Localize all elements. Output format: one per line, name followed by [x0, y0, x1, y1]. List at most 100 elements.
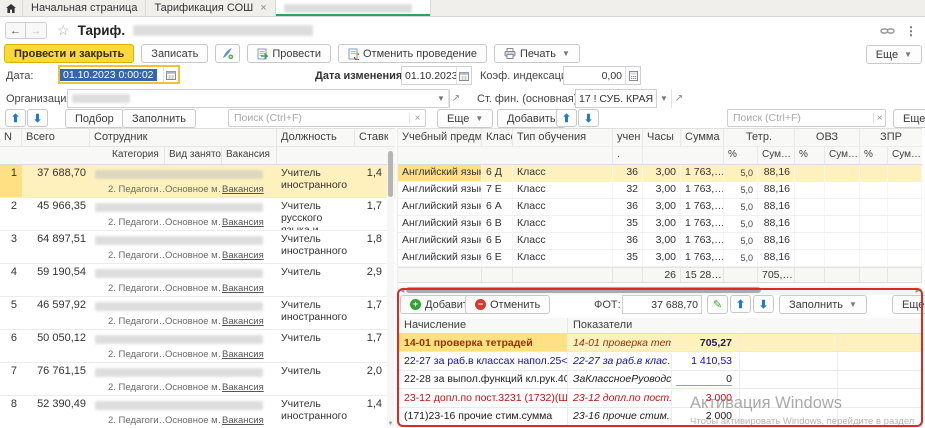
vacancy-link[interactable]: Вакансия	[222, 382, 274, 393]
col-header-employment[interactable]: Вид занятости	[165, 147, 222, 164]
index-coef-input[interactable]: 0,00	[563, 66, 641, 85]
subject-row[interactable]: Английский язык 6 Б Класс 36 3,00 1 763,…	[398, 233, 922, 250]
col-header-students[interactable]: учен	[613, 129, 643, 146]
move-down-button[interactable]: ⬇	[578, 109, 599, 127]
home-tab[interactable]	[0, 0, 23, 16]
calculator-icon[interactable]	[625, 67, 640, 84]
undo-post-button[interactable]: Отменить проведение	[338, 44, 487, 63]
scroll-left-icon[interactable]: ◀	[399, 286, 404, 294]
accrual-row[interactable]: 22-28 за выпол.функций кл.рук.4000 ЗаКла…	[398, 371, 922, 389]
scrollbar-thumb[interactable]	[406, 287, 761, 293]
move-down-button[interactable]: ⬇	[27, 109, 48, 127]
tab-active-redacted[interactable]	[276, 0, 431, 16]
col-header-accrual[interactable]: Начисление	[398, 318, 568, 333]
search-input[interactable]	[229, 112, 409, 124]
col-header-n[interactable]: N	[0, 129, 22, 146]
dropdown-icon[interactable]: ▼	[435, 89, 447, 108]
back-button[interactable]: ←	[5, 22, 26, 39]
employee-row[interactable]: 6 50 050,12 2. Педагоги… Основное м… Вак…	[0, 330, 395, 363]
edit-button[interactable]: ✎	[707, 295, 728, 314]
move-up-button[interactable]: ⬆	[730, 295, 751, 313]
col-header-vacancy[interactable]: Вакансия	[222, 147, 277, 164]
col-header-ovz-pct[interactable]: %	[795, 147, 825, 164]
col-header-ovz-sum[interactable]: Сум…	[825, 147, 860, 164]
quill-icon-button[interactable]	[215, 44, 240, 63]
print-button[interactable]: Печать▼	[494, 44, 580, 63]
scroll-right-icon[interactable]: ▶	[916, 286, 921, 294]
subject-row[interactable]: Английский язык 6 Е Класс 35 3,00 1 763,…	[398, 250, 922, 267]
scrollbar-thumb[interactable]	[388, 151, 393, 197]
col-header-total[interactable]: Всего	[22, 129, 90, 146]
date-input[interactable]: 01.10.2023 0:00:02	[58, 65, 180, 84]
clear-search-icon[interactable]: ×	[873, 113, 885, 124]
pick-button[interactable]: Подбор	[65, 109, 124, 128]
col-header-hours[interactable]: Часы	[643, 129, 681, 146]
employees-search[interactable]: ×	[228, 109, 426, 127]
vacancy-link[interactable]: Вакансия	[222, 283, 274, 294]
forward-button[interactable]: →	[26, 22, 47, 39]
employee-row[interactable]: 1 37 688,70 2. Педагоги… Основное м… Вак…	[0, 165, 395, 198]
col-header-subject[interactable]: Учебный предмет	[398, 129, 482, 146]
col-header-rate[interactable]: Ставк	[355, 129, 388, 146]
col-header-zpr-sum[interactable]: Сум…	[888, 147, 922, 164]
vacancy-link[interactable]: Вакансия	[222, 415, 274, 426]
employee-row[interactable]: 4 59 190,54 2. Педагоги… Основное м… Вак…	[0, 264, 395, 297]
clear-search-icon[interactable]: ×	[409, 113, 425, 124]
move-up-button[interactable]: ⬆	[5, 109, 26, 127]
change-date-input[interactable]: 01.10.2023	[401, 66, 472, 85]
col-header-category[interactable]: Категория	[108, 147, 165, 164]
post-and-close-button[interactable]: Провести и закрыть	[4, 44, 134, 63]
calendar-icon[interactable]	[163, 67, 178, 82]
employee-row[interactable]: 2 45 966,35 2. Педагоги… Основное м… Вак…	[0, 198, 395, 231]
calendar-icon[interactable]	[456, 67, 471, 84]
accrual-row[interactable]: 22-27 за раб.в классах напол.25< 22-27 з…	[398, 352, 922, 370]
organization-input[interactable]	[67, 89, 450, 108]
col-group-tetr[interactable]: Тетр.	[724, 129, 795, 146]
vacancy-link[interactable]: Вакансия	[222, 184, 274, 195]
col-header-employee[interactable]: Сотрудник	[90, 129, 277, 146]
open-link-icon[interactable]: ↗	[671, 89, 686, 108]
subject-row[interactable]: Английский язык 7 Е Класс 32 3,00 1 763,…	[398, 182, 922, 199]
fin-source-input[interactable]: 17 ! СУБ. КРАЯ	[575, 89, 657, 108]
col-header-tetr-pct[interactable]: %	[724, 147, 758, 164]
employee-row[interactable]: 3 64 897,51 2. Педагоги… Основное м… Вак…	[0, 231, 395, 264]
tab-tarifikaciya[interactable]: Тарификация СОШ ×	[146, 0, 275, 16]
vertical-scrollbar[interactable]: ▼	[387, 147, 394, 428]
accrual-row[interactable]: 14-01 проверка тетрадей 14-01 проверка т…	[398, 334, 922, 352]
scroll-down-icon[interactable]: ▼	[387, 421, 394, 427]
col-header-sum[interactable]: Сумма	[681, 129, 724, 146]
subject-row[interactable]: Английский язык 6 А Класс 36 3,00 1 763,…	[398, 199, 922, 216]
employee-row[interactable]: 8 52 390,49 2. Педагоги… Основное м… Вак…	[0, 396, 395, 428]
link-icon[interactable]	[880, 26, 895, 36]
close-icon[interactable]: ×	[260, 2, 266, 14]
col-header-indicators[interactable]: Показатели	[568, 318, 922, 333]
kebab-menu-icon[interactable]: ⋮	[905, 24, 917, 38]
subjects-search[interactable]: ×	[727, 109, 886, 127]
fill-left-button[interactable]: Заполнить	[122, 109, 196, 128]
col-header-class[interactable]: Класс	[482, 129, 513, 146]
vacancy-link[interactable]: Вакансия	[222, 349, 274, 360]
open-link-icon[interactable]: ↗	[448, 89, 463, 108]
fot-input[interactable]: 37 688,70	[622, 295, 702, 314]
right-more-button[interactable]: Еще▼	[893, 109, 925, 128]
fill-accruals-button[interactable]: Заполнить▼	[779, 295, 867, 314]
search-input[interactable]	[728, 112, 873, 124]
dropdown-icon[interactable]: ▼	[658, 89, 670, 108]
col-header-zpr-pct[interactable]: %	[860, 147, 888, 164]
col-group-ovz[interactable]: ОВЗ	[795, 129, 860, 146]
tab-home-page[interactable]: Начальная страница	[23, 0, 146, 16]
vacancy-link[interactable]: Вакансия	[222, 250, 274, 261]
col-header-position[interactable]: Должность	[277, 129, 355, 146]
accrual-row[interactable]: (171)23-16 прочие стим.сумма 23-16 прочи…	[398, 408, 922, 426]
vacancy-link[interactable]: Вакансия	[222, 217, 274, 228]
subject-row[interactable]: Английский язык 6 В Класс 35 3,00 1 763,…	[398, 216, 922, 233]
move-down-button[interactable]: ⬇	[753, 295, 774, 313]
col-header-tetr-sum[interactable]: Сум…	[758, 147, 795, 164]
subject-row[interactable]: Английский язык 6 Д Класс 36 3,00 1 763,…	[398, 165, 922, 182]
favorite-star-icon[interactable]: ☆	[57, 22, 70, 39]
col-header-type[interactable]: Тип обучения	[513, 129, 613, 146]
employee-row[interactable]: 5 46 597,92 2. Педагоги… Основное м… Вак…	[0, 297, 395, 330]
employee-row[interactable]: 7 76 761,15 2. Педагоги… Основное м… Вак…	[0, 363, 395, 396]
save-button[interactable]: Записать	[141, 44, 208, 63]
cancel-accrual-button[interactable]: −Отменить	[465, 295, 550, 314]
